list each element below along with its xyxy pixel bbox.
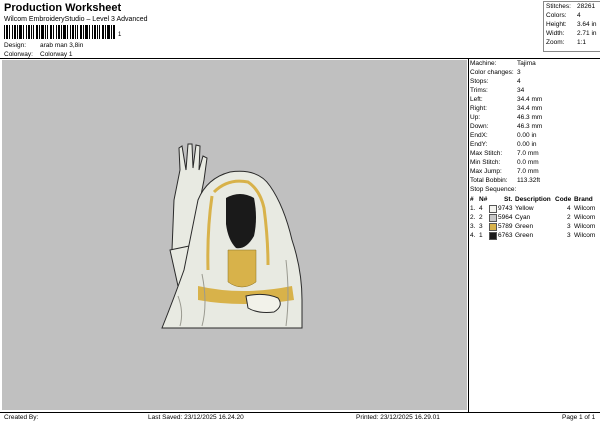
design-label: Design: xyxy=(4,42,27,49)
info-value-up: 46.3 mm xyxy=(517,114,543,121)
footer-last-saved: Last Saved: 23/12/2025 16.24.20 xyxy=(148,414,244,421)
info-value-total-bobbin: 113.32ft xyxy=(517,177,541,184)
stat-width-value: 2.71 in xyxy=(577,30,597,37)
info-label-stops: Stops: xyxy=(470,78,489,85)
info-value-endy: 0.00 in xyxy=(517,141,537,148)
row-code: 3 xyxy=(567,232,571,239)
table-row: 1. 4 9743 Yellow 4 Wilcom xyxy=(470,205,598,214)
barcode-number: 1 xyxy=(118,32,122,38)
design-preview xyxy=(2,60,467,410)
row-description: Green xyxy=(515,223,534,230)
row-description: Yellow xyxy=(515,205,534,212)
table-row: 2. 2 5964 Cyan 2 Wilcom xyxy=(470,214,598,223)
row-n: 2 xyxy=(479,214,483,221)
stop-sequence-header: # N# St. Description Code Brand xyxy=(470,196,598,205)
info-value-endx: 0.00 in xyxy=(517,132,537,139)
info-value-stops: 4 xyxy=(517,78,521,85)
info-value-left: 34.4 mm xyxy=(517,96,543,103)
col-st: St. xyxy=(504,196,513,203)
design-row: Design: arab man 3,8in xyxy=(4,42,83,49)
row-code: 2 xyxy=(567,214,571,221)
row-description: Green xyxy=(515,232,534,239)
stat-colors: Colors: xyxy=(546,12,567,19)
row-num: 4. xyxy=(470,232,476,239)
col-brand: Brand xyxy=(574,196,593,203)
info-value-trims: 34 xyxy=(517,87,525,94)
info-value-machine: Tajima xyxy=(517,60,536,67)
info-label-endx: EndX: xyxy=(470,132,488,139)
footer-divider xyxy=(0,412,600,413)
row-num: 1. xyxy=(470,205,476,212)
row-n: 3 xyxy=(479,223,483,230)
stop-sequence-heading: Stop Sequence: xyxy=(470,186,517,193)
footer-printed: Printed: 23/12/2025 16.29.01 xyxy=(356,414,440,421)
table-row: 3. 3 5789 Green 3 Wilcom xyxy=(470,223,598,232)
row-brand: Wilcom xyxy=(574,214,596,221)
info-label-min-stitch: Min Stitch: xyxy=(470,159,501,166)
colorway-value: Colorway 1 xyxy=(40,51,73,58)
info-label-max-stitch: Max Stitch: xyxy=(470,150,503,157)
stat-zoom: Zoom: xyxy=(546,39,565,46)
info-label-trims: Trims: xyxy=(470,87,488,94)
app-subtitle: Wilcom EmbroideryStudio – Level 3 Advanc… xyxy=(4,16,148,23)
row-code: 4 xyxy=(567,205,571,212)
row-num: 2. xyxy=(470,214,476,221)
color-swatch xyxy=(489,214,497,222)
page-title: Production Worksheet xyxy=(4,2,122,14)
row-num: 3. xyxy=(470,223,476,230)
info-value-max-jump: 7.0 mm xyxy=(517,168,539,175)
row-brand: Wilcom xyxy=(574,232,596,239)
footer-page: Page 1 of 1 xyxy=(562,414,596,421)
table-row: 4. 1 6763 Green 3 Wilcom xyxy=(470,232,598,241)
design-value: arab man 3,8in xyxy=(40,42,84,49)
info-value-down: 46.3 mm xyxy=(517,123,543,130)
info-value-max-stitch: 7.0 mm xyxy=(517,150,539,157)
row-n: 1 xyxy=(479,232,483,239)
info-label-endy: EndY: xyxy=(470,141,488,148)
stat-width: Width: xyxy=(546,30,565,37)
info-value-color-changes: 3 xyxy=(517,69,521,76)
info-label-machine: Machine: xyxy=(470,60,497,67)
stat-stitches-value: 28261 xyxy=(577,3,596,10)
barcode xyxy=(4,25,115,39)
colorway-label: Colorway: xyxy=(4,51,33,58)
panel-divider xyxy=(468,58,469,412)
row-brand: Wilcom xyxy=(574,205,596,212)
row-n: 4 xyxy=(479,205,483,212)
info-value-min-stitch: 0.0 mm xyxy=(517,159,539,166)
row-st: 9743 xyxy=(498,205,513,212)
info-label-color-changes: Color changes: xyxy=(470,69,514,76)
info-label-up: Up: xyxy=(470,114,481,121)
info-label-total-bobbin: Total Bobbin: xyxy=(470,177,508,184)
row-st: 5789 xyxy=(498,223,513,230)
embroidery-design-image xyxy=(161,143,303,329)
stat-height-value: 3.64 in xyxy=(577,21,597,28)
row-brand: Wilcom xyxy=(574,223,596,230)
col-num: # xyxy=(470,196,474,203)
row-description: Cyan xyxy=(515,214,531,221)
color-swatch xyxy=(489,205,497,213)
row-st: 5964 xyxy=(498,214,513,221)
machine-info: Machine: Tajima Color changes: 3 Stops: 4 T… xyxy=(470,60,598,186)
color-swatch xyxy=(489,223,497,231)
info-label-max-jump: Max Jump: xyxy=(470,168,502,175)
info-value-right: 34.4 mm xyxy=(517,105,543,112)
row-st: 6763 xyxy=(498,232,513,239)
footer-created-by: Created By: xyxy=(4,414,39,421)
stat-height: Height: xyxy=(546,21,567,28)
info-label-down: Down: xyxy=(470,123,489,130)
colorway-row: Colorway: Colorway 1 xyxy=(4,51,73,58)
info-label-left: Left: xyxy=(470,96,483,103)
info-label-right: Right: xyxy=(470,105,487,112)
stat-zoom-value: 1:1 xyxy=(577,39,587,46)
stat-colors-value: 4 xyxy=(577,12,581,19)
header-divider xyxy=(0,58,600,59)
col-n: N# xyxy=(479,196,488,203)
row-code: 3 xyxy=(567,223,571,230)
stats-box: Stitches: 28261 Colors: 4 Height: 3.64 in W… xyxy=(543,1,600,52)
color-swatch xyxy=(489,232,497,240)
col-code: Code xyxy=(555,196,572,203)
col-description: Description xyxy=(515,196,551,203)
stat-stitches: Stitches: xyxy=(546,3,571,10)
